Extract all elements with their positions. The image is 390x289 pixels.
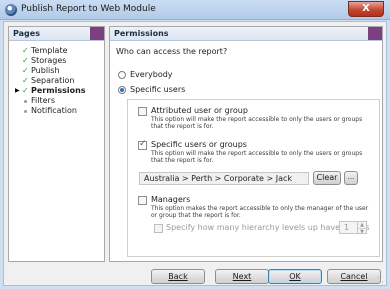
button-bar: Back Next OK Cancel	[4, 267, 386, 286]
checkmark-icon: ✓	[22, 86, 29, 95]
bullet-icon	[24, 100, 27, 103]
levels-value[interactable]: 1	[344, 223, 349, 232]
cancel-label: Cancel	[340, 272, 368, 281]
attributed-checkbox[interactable]	[138, 107, 147, 116]
close-button[interactable]: X	[348, 1, 384, 17]
ok-label: OK	[289, 272, 301, 281]
nav-item-label: Permissions	[31, 86, 86, 95]
levels-checkbox[interactable]	[154, 224, 163, 233]
nav-item-label: Template	[31, 46, 68, 55]
nav-item-separation[interactable]: ✓ Separation	[15, 76, 104, 86]
permissions-panel: Permissions Who can access the report? E…	[109, 26, 383, 262]
levels-spinner[interactable]: 1 ▲ ▼	[339, 221, 367, 235]
specific-groups-description-1: This option will make the report accessi…	[151, 150, 363, 157]
nav-item-template[interactable]: ✓ Template	[15, 46, 104, 56]
clear-button[interactable]: Clear	[313, 171, 341, 185]
selected-users-field[interactable]: Australia > Perth > Corporate > Jack	[139, 172, 309, 185]
specific-groups-label[interactable]: Specific users or groups	[151, 140, 247, 149]
attributed-description-1: This option will make the report accessi…	[151, 116, 363, 123]
nav-item-storages[interactable]: ✓ Storages	[15, 56, 104, 66]
permissions-header: Permissions	[110, 27, 382, 41]
pages-nav-list: ✓ Template ✓ Storages ✓ Publish ✓ Separation ▶ ✓ P…	[9, 41, 104, 116]
nav-item-label: Storages	[31, 56, 67, 65]
nav-item-label: Notification	[31, 106, 77, 115]
specific-groups-description-2: that the report is for.	[151, 157, 214, 164]
attributed-label[interactable]: Attributed user or group	[151, 106, 248, 115]
header-accent	[368, 27, 382, 40]
spin-down-icon[interactable]: ▼	[357, 228, 366, 235]
checkmark-icon: ✓	[22, 46, 29, 55]
specific-users-group: Attributed user or group This option wil…	[127, 99, 380, 257]
cancel-button[interactable]: Cancel	[327, 269, 381, 284]
managers-checkbox[interactable]	[138, 196, 147, 205]
specific-users-radio[interactable]	[118, 86, 126, 94]
nav-item-notification[interactable]: Notification	[15, 106, 104, 116]
resize-grip-icon[interactable]: ⋱	[377, 276, 385, 284]
permissions-header-label: Permissions	[114, 29, 169, 38]
pages-panel: Pages ✓ Template ✓ Storages ✓ Publish ✓ Separat…	[8, 26, 105, 262]
back-label: Back	[168, 272, 188, 281]
browse-button[interactable]: ...	[344, 171, 358, 185]
title-bar: Publish Report to Web Module X	[0, 0, 390, 20]
back-button[interactable]: Back	[151, 269, 205, 284]
ok-button[interactable]: OK	[268, 269, 322, 284]
checkmark-icon: ✓	[22, 56, 29, 65]
specific-groups-checkbox[interactable]	[138, 139, 147, 150]
managers-description-1: This option makes the report accessible …	[151, 205, 369, 212]
managers-description-2: or group that the report is for.	[151, 212, 241, 219]
nav-item-label: Publish	[31, 66, 60, 75]
dialog-body: Pages ✓ Template ✓ Storages ✓ Publish ✓ Separat…	[3, 21, 387, 286]
current-page-arrow-icon: ▶	[15, 87, 20, 94]
nav-item-label: Separation	[31, 76, 75, 85]
header-accent	[90, 27, 104, 40]
publish-icon	[5, 4, 17, 16]
pages-header: Pages	[9, 27, 104, 41]
next-label: Next	[232, 272, 252, 281]
specific-users-label[interactable]: Specific users	[130, 85, 185, 94]
everybody-radio[interactable]	[118, 71, 126, 79]
next-button[interactable]: Next	[215, 269, 269, 284]
nav-item-filters[interactable]: Filters	[15, 96, 104, 106]
nav-item-label: Filters	[31, 96, 55, 105]
checkmark-icon: ✓	[22, 76, 29, 85]
access-question: Who can access the report?	[116, 47, 228, 56]
nav-item-permissions[interactable]: ▶ ✓ Permissions	[15, 86, 104, 96]
bullet-icon	[24, 110, 27, 113]
everybody-label[interactable]: Everybody	[130, 70, 173, 79]
managers-label[interactable]: Managers	[151, 195, 190, 204]
pages-header-label: Pages	[13, 29, 40, 38]
checkmark-icon: ✓	[22, 66, 29, 75]
nav-item-publish[interactable]: ✓ Publish	[15, 66, 104, 76]
window-title: Publish Report to Web Module	[21, 4, 156, 14]
attributed-description-2: that the report is for.	[151, 123, 214, 130]
